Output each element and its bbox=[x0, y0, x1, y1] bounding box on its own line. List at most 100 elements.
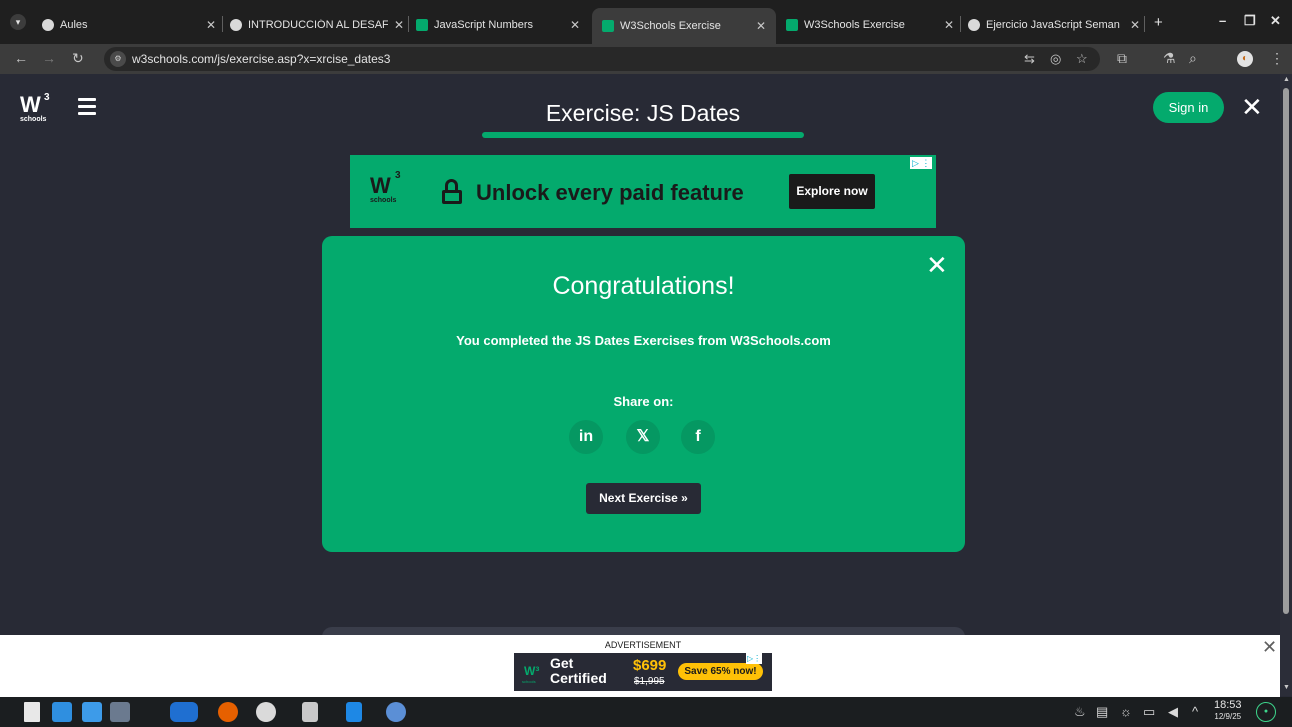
back-icon[interactable]: ← bbox=[14, 50, 28, 66]
system-settings-icon[interactable] bbox=[110, 702, 130, 722]
w3schools-icon bbox=[416, 19, 428, 31]
get-line2: Certified bbox=[550, 670, 607, 686]
advertisement-label: ADVERTISEMENT bbox=[604, 640, 682, 650]
unlock-icon bbox=[442, 179, 462, 205]
sign-in-button[interactable]: Sign in bbox=[1153, 92, 1224, 123]
close-tab-icon[interactable]: ✕ bbox=[944, 18, 954, 32]
browser-menu-icon[interactable]: ⋮ bbox=[1270, 50, 1284, 67]
tray-expand-icon[interactable]: ^ bbox=[1192, 704, 1198, 719]
url-text[interactable]: w3schools.com/js/exercise.asp?x=xrcise_d… bbox=[132, 52, 390, 66]
bookmark-star-icon[interactable]: ☆ bbox=[1076, 51, 1088, 67]
labs-flask-icon[interactable]: ⚗ bbox=[1163, 50, 1176, 67]
close-tab-icon[interactable]: ✕ bbox=[756, 19, 766, 33]
tray-clipboard-icon[interactable]: ▤ bbox=[1096, 704, 1108, 720]
tray-status-badge[interactable]: ● bbox=[1256, 702, 1276, 722]
get-certified-ad[interactable]: W³ schools Get Certified $699 $1,995 Sav… bbox=[514, 653, 772, 691]
page-title: Exercise: JS Dates bbox=[545, 100, 741, 126]
completion-message: You completed the JS Dates Exercises fro… bbox=[456, 333, 831, 348]
page-scrollbar[interactable]: ▲ ▼ bbox=[1280, 74, 1292, 696]
next-exercise-button[interactable]: Next Exercise » bbox=[586, 483, 701, 514]
reload-icon[interactable]: ↻ bbox=[72, 50, 84, 67]
file-manager-icon[interactable] bbox=[82, 702, 102, 722]
explore-now-button[interactable]: Explore now bbox=[789, 174, 875, 209]
chromium-icon[interactable] bbox=[170, 702, 198, 722]
ad-logo-w: W bbox=[370, 173, 391, 198]
search-icon[interactable]: ⌕ bbox=[1189, 50, 1197, 67]
address-bar[interactable]: ⚙ w3schools.com/js/exercise.asp?x=xrcise… bbox=[104, 47, 1100, 71]
clipboard-app-icon[interactable] bbox=[302, 702, 318, 722]
close-tab-icon[interactable]: ✕ bbox=[570, 18, 580, 32]
ad-logo-sup: 3 bbox=[395, 170, 401, 181]
close-tab-icon[interactable]: ✕ bbox=[206, 18, 216, 32]
tab-search-icon[interactable]: ▾ bbox=[10, 14, 26, 30]
w3schools-icon bbox=[786, 19, 798, 31]
tab-label: INTRODUCCIÓN AL DESAF bbox=[248, 19, 388, 31]
close-tab-icon[interactable]: ✕ bbox=[394, 18, 404, 32]
tab-ejercicio[interactable]: Ejercicio JavaScript Seman ✕ bbox=[968, 13, 1140, 37]
aules-icon bbox=[42, 19, 54, 31]
close-ad-icon[interactable]: ✕ bbox=[1262, 637, 1277, 658]
extensions-icon[interactable]: ⧉ bbox=[1117, 50, 1127, 67]
forward-icon[interactable]: → bbox=[42, 50, 56, 66]
new-tab-icon[interactable]: + bbox=[1154, 14, 1163, 31]
ad-w3schools-logo: W 3 schools bbox=[370, 170, 401, 204]
close-window-icon[interactable]: ✕ bbox=[1270, 13, 1281, 29]
site-info-icon[interactable]: ⚙ bbox=[110, 51, 126, 67]
ad-old-price: $1,995 bbox=[634, 676, 665, 687]
top-ad-banner[interactable]: W 3 schools Unlock every paid feature Ex… bbox=[350, 155, 936, 228]
eye-off-icon[interactable]: ◎ bbox=[1050, 51, 1061, 67]
app-store-icon[interactable] bbox=[52, 702, 72, 722]
clock-time: 18:53 bbox=[1214, 699, 1242, 711]
globe-icon bbox=[230, 19, 242, 31]
tab-w3schools-exercise[interactable]: W3Schools Exercise ✕ bbox=[786, 13, 954, 37]
congratulations-modal: ✕ Congratulations! You completed the JS … bbox=[322, 236, 965, 552]
facebook-icon[interactable]: f bbox=[681, 420, 715, 454]
document-app-icon[interactable] bbox=[24, 702, 40, 722]
linkedin-icon[interactable]: in bbox=[569, 420, 603, 454]
tab-introduccion[interactable]: INTRODUCCIÓN AL DESAF ✕ bbox=[230, 13, 404, 37]
modal-title: Congratulations! bbox=[552, 272, 735, 300]
x-twitter-icon[interactable]: 𝕏 bbox=[626, 420, 660, 454]
save-now-button[interactable]: Save 65% now! bbox=[678, 663, 763, 680]
ad-logo-schools: schools bbox=[370, 197, 397, 204]
get-line1: Get bbox=[550, 655, 574, 671]
close-icon[interactable]: ✕ bbox=[1241, 92, 1263, 122]
ad-w3-icon: W³ bbox=[524, 664, 540, 678]
text-editor-icon[interactable] bbox=[346, 702, 362, 722]
browser-tab-strip: ▾ Aules ✕ INTRODUCCIÓN AL DESAF ✕ JavaSc… bbox=[0, 0, 1292, 44]
tray-steam-icon[interactable]: ♨ bbox=[1074, 704, 1086, 720]
scroll-up-icon[interactable]: ▲ bbox=[1283, 76, 1290, 83]
tab-w3schools-exercise-active[interactable]: W3Schools Exercise ✕ bbox=[592, 8, 776, 44]
w3schools-icon bbox=[602, 20, 614, 32]
tab-label: W3Schools Exercise bbox=[804, 19, 905, 31]
web-page: W 3 schools Exercise: JS Dates Sign in ✕… bbox=[0, 74, 1280, 635]
title-underline bbox=[482, 132, 804, 138]
firefox-icon[interactable] bbox=[218, 702, 238, 722]
tab-aules[interactable]: Aules ✕ bbox=[42, 13, 216, 37]
tray-volume-icon[interactable]: ◀ bbox=[1168, 704, 1178, 720]
minimize-icon[interactable]: – bbox=[1219, 13, 1226, 28]
tab-label: W3Schools Exercise bbox=[620, 20, 721, 32]
tab-javascript-numbers[interactable]: JavaScript Numbers ✕ bbox=[416, 13, 580, 37]
globe-icon bbox=[968, 19, 980, 31]
smiley-app-icon[interactable] bbox=[256, 702, 276, 722]
restore-icon[interactable]: ❐ bbox=[1244, 13, 1256, 29]
adchoices-icon[interactable]: ▷ ⋮ bbox=[910, 157, 933, 169]
profile-avatar[interactable]: ◐ bbox=[1237, 51, 1253, 67]
scroll-down-icon[interactable]: ▼ bbox=[1283, 684, 1290, 691]
tab-separator bbox=[1144, 16, 1145, 32]
close-tab-icon[interactable]: ✕ bbox=[1130, 18, 1140, 32]
kde-app-icon[interactable] bbox=[386, 702, 406, 722]
translate-icon[interactable]: ⇆ bbox=[1024, 51, 1035, 67]
os-taskbar: ♨ ▤ ☼ ▭ ◀ ^ 18:53 12/9/25 ● bbox=[0, 697, 1292, 727]
page-content-card bbox=[322, 627, 965, 635]
taskbar-clock[interactable]: 18:53 12/9/25 bbox=[1214, 700, 1242, 722]
scroll-thumb[interactable] bbox=[1283, 88, 1289, 614]
tray-brightness-icon[interactable]: ☼ bbox=[1120, 704, 1132, 719]
tray-network-icon[interactable]: ▭ bbox=[1143, 704, 1155, 720]
adchoices-icon[interactable]: ▷⋮ bbox=[746, 653, 763, 664]
tab-separator bbox=[222, 16, 223, 32]
clock-date: 12/9/25 bbox=[1214, 712, 1242, 721]
tab-separator bbox=[408, 16, 409, 32]
browser-toolbar: ← → ↻ ⚙ w3schools.com/js/exercise.asp?x=… bbox=[0, 44, 1292, 74]
